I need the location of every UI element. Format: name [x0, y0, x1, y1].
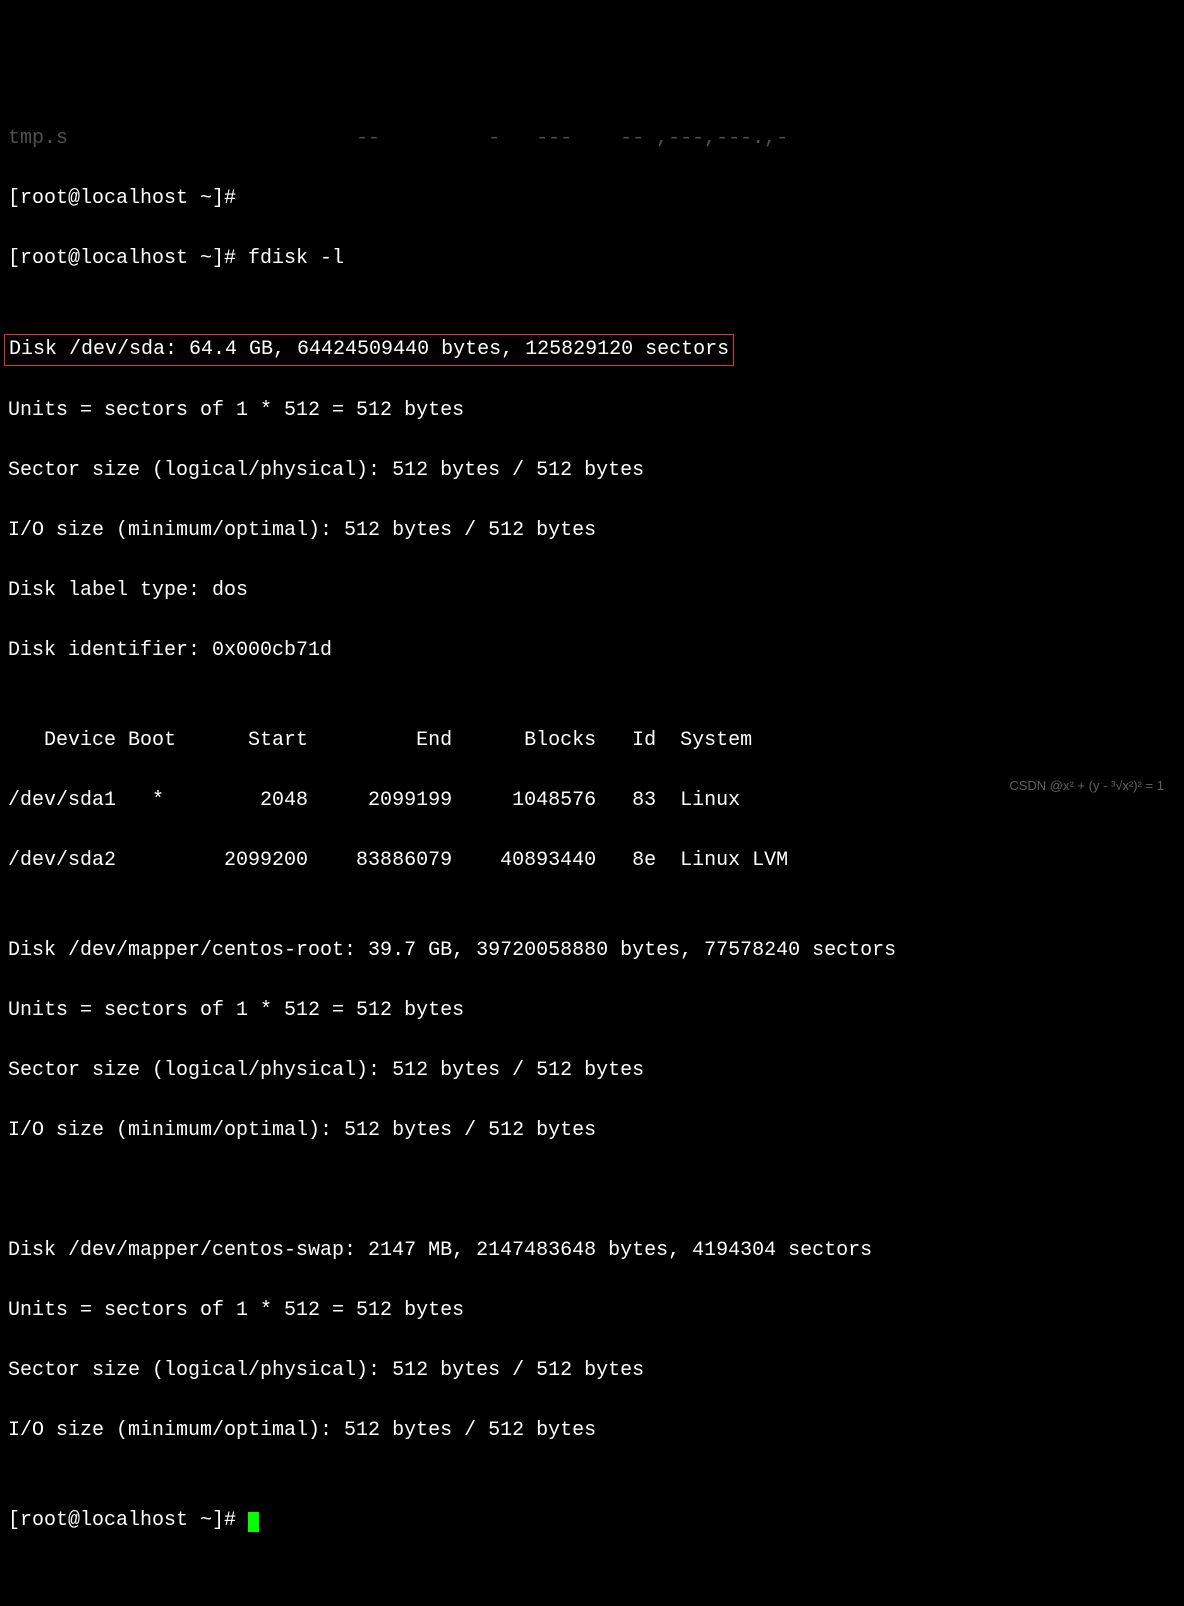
- terminal-line-partial-top: tmp.s -- - --- -- ,---,---.,-: [8, 124, 1176, 154]
- terminal-cursor[interactable]: [248, 1512, 259, 1532]
- partition-row-sda2: /dev/sda2 2099200 83886079 40893440 8e L…: [8, 846, 1176, 876]
- io-size-line: I/O size (minimum/optimal): 512 bytes / …: [8, 516, 1176, 546]
- disk-identifier-line: Disk identifier: 0x000cb71d: [8, 636, 1176, 666]
- prompt-line-empty: [root@localhost ~]#: [8, 184, 1176, 214]
- disk-centos-swap-summary: Disk /dev/mapper/centos-swap: 2147 MB, 2…: [8, 1236, 1176, 1266]
- sector-size-line: Sector size (logical/physical): 512 byte…: [8, 1056, 1176, 1086]
- units-line: Units = sectors of 1 * 512 = 512 bytes: [8, 1296, 1176, 1326]
- highlight-box: Disk /dev/sda: 64.4 GB, 64424509440 byte…: [4, 334, 734, 366]
- prompt-line-cursor[interactable]: [root@localhost ~]#: [8, 1506, 1176, 1536]
- io-size-line: I/O size (minimum/optimal): 512 bytes / …: [8, 1116, 1176, 1146]
- units-line: Units = sectors of 1 * 512 = 512 bytes: [8, 396, 1176, 426]
- units-line: Units = sectors of 1 * 512 = 512 bytes: [8, 996, 1176, 1026]
- disk-sda-summary-highlighted: Disk /dev/sda: 64.4 GB, 64424509440 byte…: [8, 334, 1176, 366]
- disk-centos-root-summary: Disk /dev/mapper/centos-root: 39.7 GB, 3…: [8, 936, 1176, 966]
- watermark-text: CSDN @x² + (y - ³√x²)² = 1: [1009, 776, 1164, 796]
- io-size-line: I/O size (minimum/optimal): 512 bytes / …: [8, 1416, 1176, 1446]
- partition-table-header: Device Boot Start End Blocks Id System: [8, 726, 1176, 756]
- sector-size-line: Sector size (logical/physical): 512 byte…: [8, 456, 1176, 486]
- sector-size-line: Sector size (logical/physical): 512 byte…: [8, 1356, 1176, 1386]
- partition-row-sda1: /dev/sda1 * 2048 2099199 1048576 83 Linu…: [8, 786, 1176, 816]
- prompt-text: [root@localhost ~]#: [8, 1509, 248, 1532]
- prompt-line-command: [root@localhost ~]# fdisk -l: [8, 244, 1176, 274]
- disk-label-type-line: Disk label type: dos: [8, 576, 1176, 606]
